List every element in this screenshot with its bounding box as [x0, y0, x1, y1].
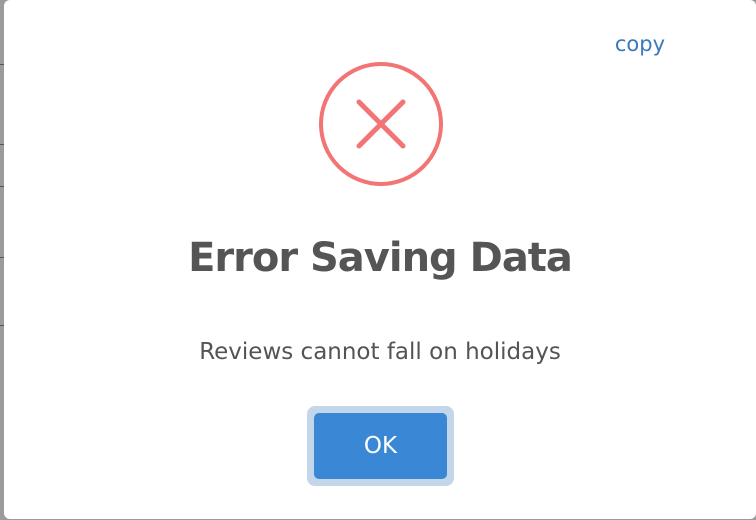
error-x-circle-icon [319, 62, 443, 186]
copy-link[interactable]: copy [615, 32, 665, 56]
dialog-title: Error Saving Data [188, 235, 573, 281]
error-dialog: copy Error Saving Data Reviews cannot fa… [4, 0, 756, 519]
dialog-message: Reviews cannot fall on holidays [199, 339, 561, 365]
ok-button[interactable]: OK [314, 413, 447, 479]
ok-button-focus-ring: OK [307, 406, 454, 486]
